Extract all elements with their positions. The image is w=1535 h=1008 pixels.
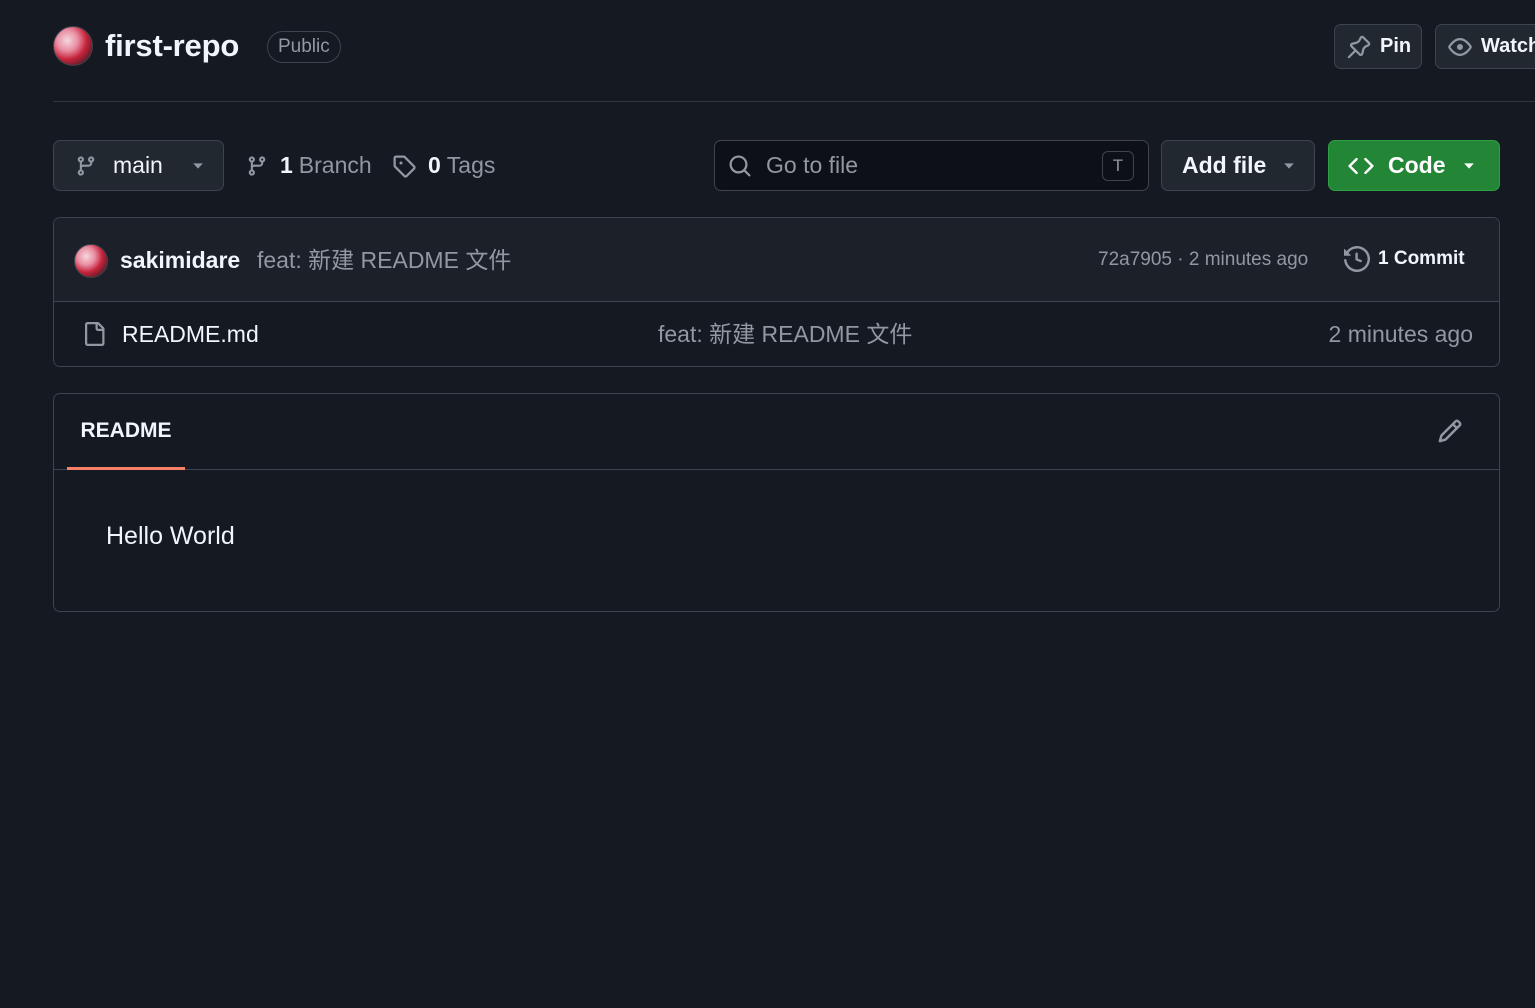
readme-content: Hello World (106, 522, 235, 550)
tags-link[interactable]: 0 Tags (392, 140, 495, 191)
pin-icon (1347, 35, 1371, 59)
branch-selector[interactable]: main (53, 140, 224, 191)
file-browser: sakimidare feat: 新建 README 文件 72a7905 · … (53, 217, 1500, 367)
commit-sha[interactable]: 72a7905 (1098, 249, 1172, 270)
go-to-file-search[interactable]: T (714, 140, 1149, 191)
file-commit-message[interactable]: feat: 新建 README 文件 (658, 319, 912, 349)
tag-count-label: Tags (446, 152, 496, 178)
pin-label: Pin (1380, 35, 1412, 57)
caret-down-icon (191, 159, 205, 173)
readme-panel: README Hello World (53, 393, 1500, 612)
repo-title[interactable]: first-repo (105, 26, 239, 66)
add-file-button[interactable]: Add file (1161, 140, 1315, 191)
latest-commit-row: sakimidare feat: 新建 README 文件 72a7905 · … (54, 218, 1499, 302)
repo-header: first-repo Public Pin Watch (53, 0, 1535, 102)
branch-name: main (113, 152, 163, 178)
author-avatar[interactable] (74, 244, 108, 278)
commit-message[interactable]: feat: 新建 README 文件 (257, 245, 511, 275)
code-icon (1348, 153, 1374, 179)
eye-icon (1448, 35, 1472, 59)
keyboard-shortcut-hint: T (1102, 150, 1134, 181)
owner-avatar[interactable] (53, 26, 93, 66)
pencil-icon[interactable] (1437, 418, 1463, 444)
pin-button[interactable]: Pin (1334, 24, 1422, 69)
code-button[interactable]: Code (1328, 140, 1500, 191)
commit-author[interactable]: sakimidare (120, 245, 240, 275)
tag-count: 0 (428, 152, 441, 178)
tab-readme[interactable]: README (67, 394, 185, 470)
file-icon (82, 321, 106, 347)
file-updated-time: 2 minutes ago (1328, 321, 1473, 347)
commit-time: 2 minutes ago (1188, 249, 1309, 270)
branch-count: 1 (280, 152, 293, 178)
branches-link[interactable]: 1 Branch (246, 140, 372, 191)
add-file-label: Add file (1182, 152, 1267, 178)
visibility-badge: Public (267, 31, 341, 63)
tag-count-text: 0 Tags (428, 152, 495, 179)
file-row[interactable]: README.md feat: 新建 README 文件 2 minutes a… (54, 302, 1499, 366)
branch-count-label: Branch (298, 152, 372, 178)
branch-count-text: 1 Branch (280, 152, 372, 179)
watch-label: Watch (1481, 35, 1535, 57)
search-input[interactable] (764, 151, 1102, 180)
git-branch-icon (246, 155, 268, 177)
search-icon (728, 154, 752, 178)
watch-button[interactable]: Watch (1435, 24, 1535, 69)
commit-meta: 72a7905 · 2 minutes ago (1098, 246, 1308, 274)
file-name[interactable]: README.md (122, 319, 259, 349)
caret-down-icon (1462, 159, 1476, 173)
commit-meta-separator: · (1171, 249, 1189, 270)
code-label: Code (1388, 152, 1446, 178)
commit-history-link[interactable]: 1 Commit (1344, 244, 1465, 274)
git-branch-icon (75, 155, 97, 177)
caret-down-icon (1282, 159, 1296, 173)
commit-count: 1 Commit (1378, 248, 1465, 269)
history-icon (1344, 246, 1370, 272)
readme-header: README (54, 394, 1499, 470)
tag-icon (392, 154, 416, 178)
